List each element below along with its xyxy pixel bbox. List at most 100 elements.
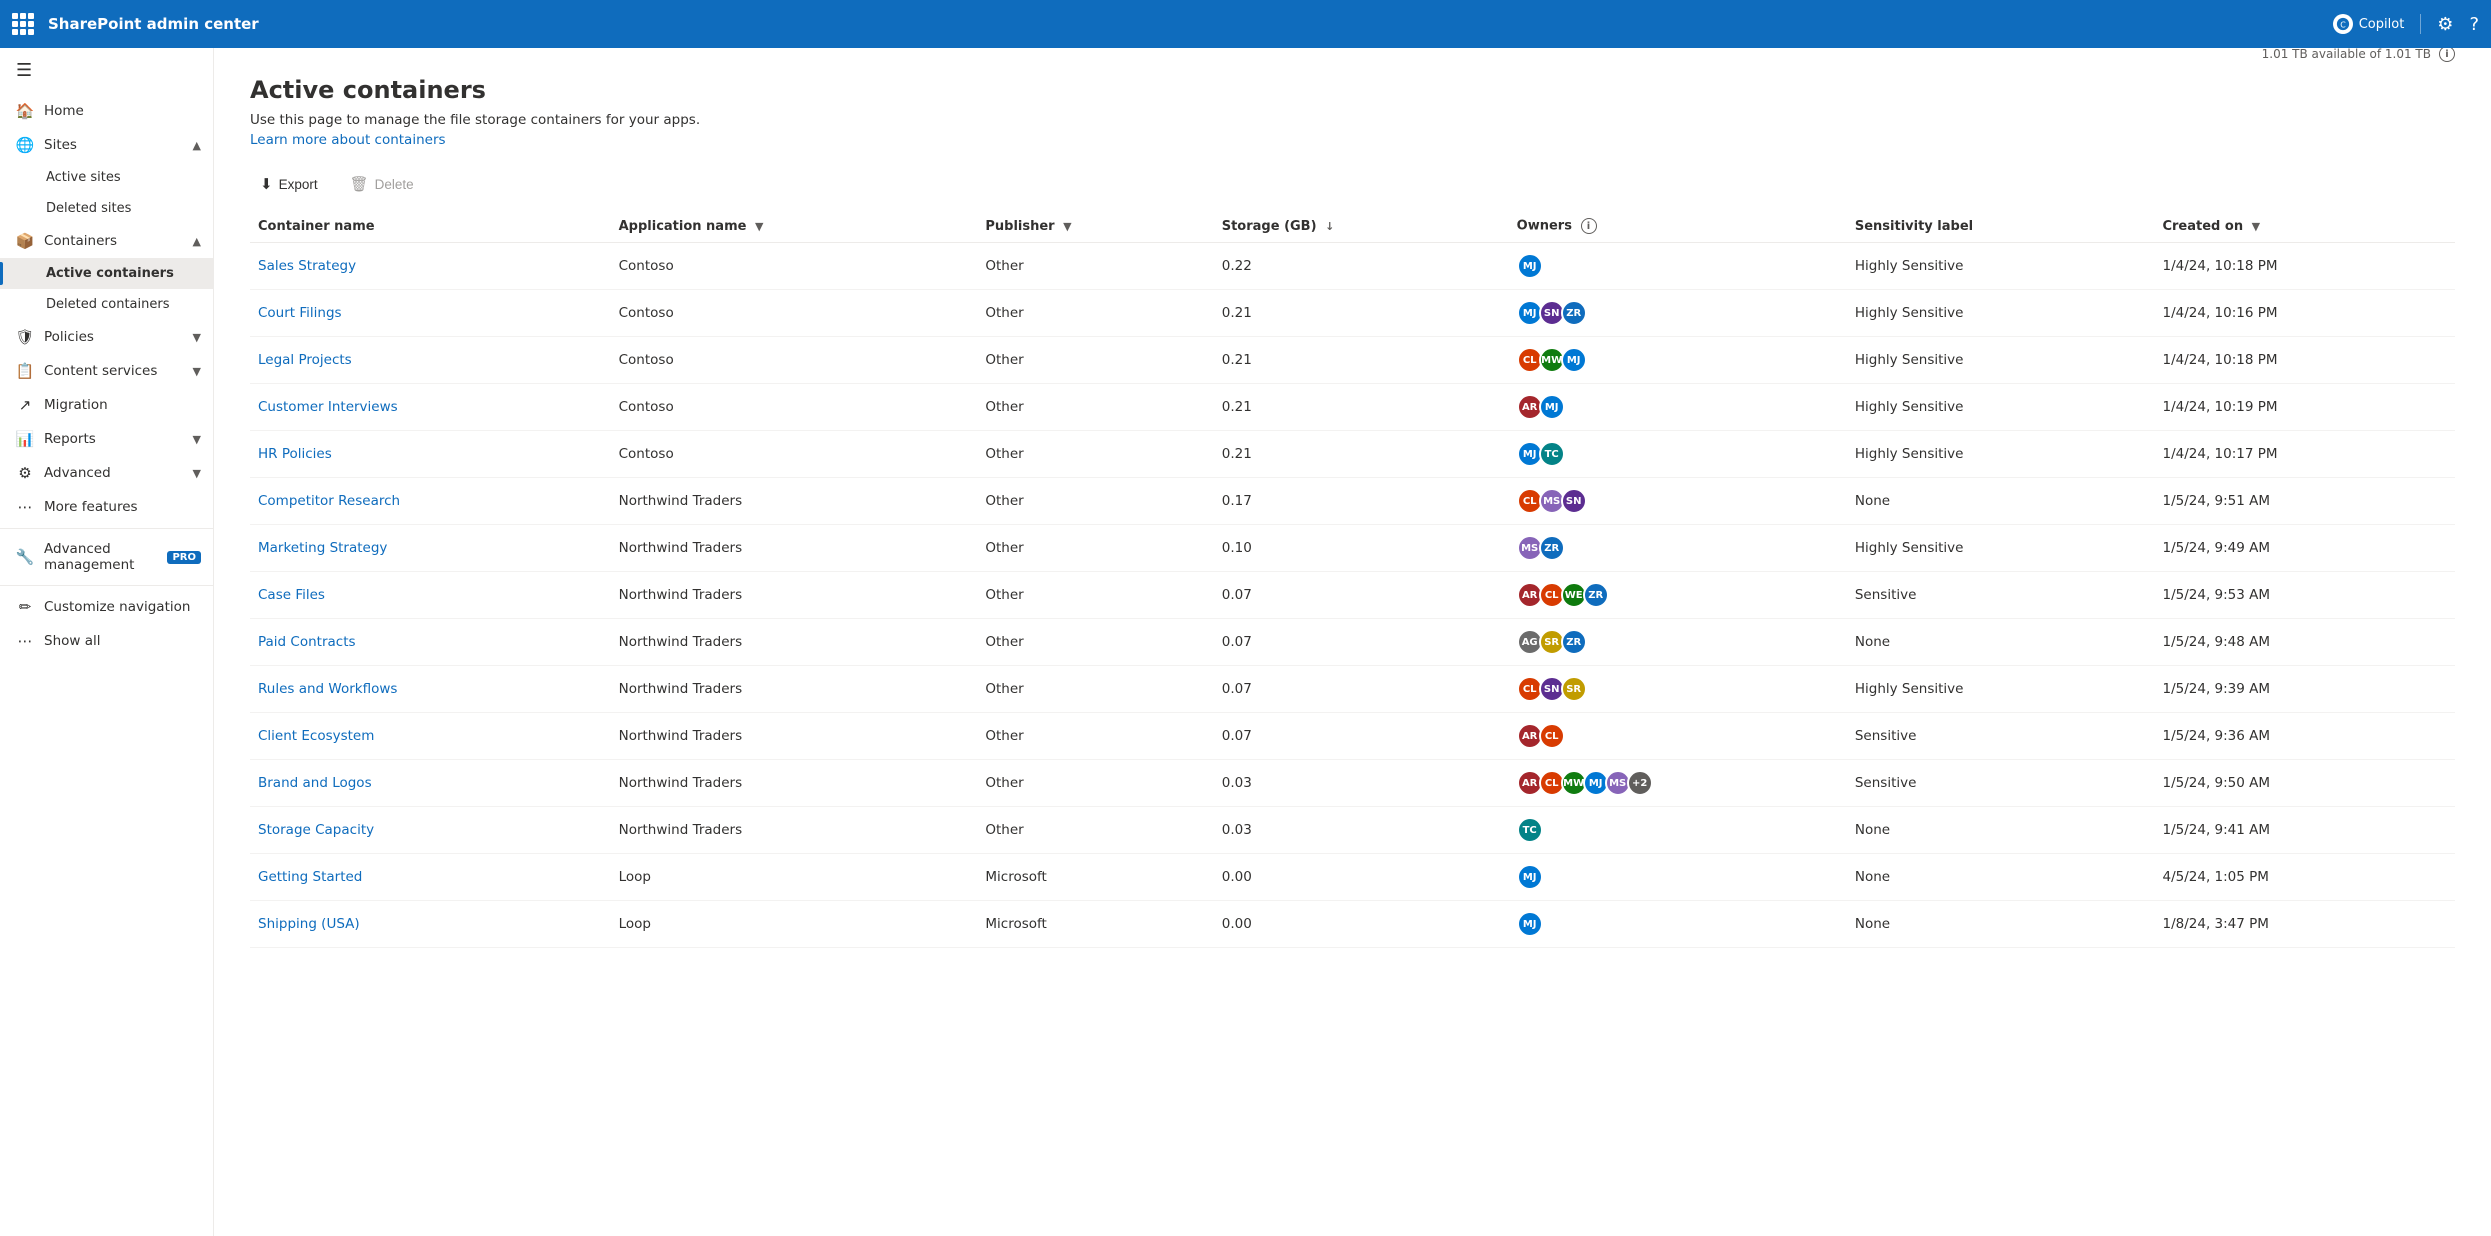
- sidebar-item-active-sites[interactable]: Active sites: [0, 162, 213, 193]
- settings-icon[interactable]: ⚙: [2437, 14, 2453, 35]
- avatar[interactable]: SN: [1561, 488, 1587, 514]
- sidebar-item-home[interactable]: 🏠 Home: [0, 94, 213, 128]
- info-icon[interactable]: i: [2439, 48, 2455, 62]
- sidebar-item-active-containers[interactable]: Active containers: [0, 258, 213, 289]
- cell-created: 1/5/24, 9:48 AM: [2154, 619, 2455, 666]
- avatar[interactable]: MJ: [1517, 911, 1543, 937]
- cell-container-name: Rules and Workflows: [250, 666, 611, 713]
- table-row: Court FilingsContosoOther0.21MJSNZRHighl…: [250, 290, 2455, 337]
- chevron-up-icon: ▲: [193, 235, 201, 248]
- sidebar-hamburger[interactable]: ☰: [0, 48, 213, 94]
- avatar[interactable]: MJ: [1517, 864, 1543, 890]
- cell-container-name: Case Files: [250, 572, 611, 619]
- sidebar-item-more-features[interactable]: ⋯ More features: [0, 490, 213, 524]
- export-button[interactable]: ⬇ Export: [250, 170, 328, 198]
- copilot-button[interactable]: C Copilot: [2333, 14, 2422, 34]
- more-features-icon: ⋯: [16, 498, 34, 516]
- app-grid-icon[interactable]: [12, 13, 34, 35]
- container-name-link[interactable]: Paid Contracts: [258, 634, 356, 650]
- col-app[interactable]: Application name ▼: [611, 210, 978, 243]
- avatar[interactable]: MJ: [1539, 394, 1565, 420]
- avatar[interactable]: ZR: [1561, 629, 1587, 655]
- cell-app-name: Contoso: [611, 337, 978, 384]
- sidebar-item-content-services[interactable]: 📋 Content services ▼: [0, 354, 213, 388]
- container-name-link[interactable]: Legal Projects: [258, 352, 352, 368]
- reports-icon: 📊: [16, 430, 34, 448]
- owner-avatars: CLMSSN: [1517, 488, 1835, 514]
- container-name-link[interactable]: Case Files: [258, 587, 325, 603]
- container-name-link[interactable]: Getting Started: [258, 869, 362, 885]
- cell-sensitivity: Highly Sensitive: [1847, 384, 2155, 431]
- sidebar-item-sites[interactable]: 🌐 Sites ▲: [0, 128, 213, 162]
- cell-publisher: Other: [977, 525, 1213, 572]
- sidebar-item-deleted-containers[interactable]: Deleted containers: [0, 289, 213, 320]
- sidebar-item-customize-navigation[interactable]: ✏ Customize navigation: [0, 590, 213, 624]
- cell-sensitivity: None: [1847, 807, 2155, 854]
- topbar-right: C Copilot ⚙ ?: [2333, 14, 2479, 35]
- avatar[interactable]: MJ: [1561, 347, 1587, 373]
- cell-container-name: Storage Capacity: [250, 807, 611, 854]
- col-owners[interactable]: Owners i: [1509, 210, 1847, 243]
- col-created[interactable]: Created on ▼: [2154, 210, 2455, 243]
- sidebar-item-policies[interactable]: 🛡 Policies ▼: [0, 320, 213, 354]
- container-name-link[interactable]: Client Ecosystem: [258, 728, 374, 744]
- table-row: Paid ContractsNorthwind TradersOther0.07…: [250, 619, 2455, 666]
- container-name-link[interactable]: Rules and Workflows: [258, 681, 397, 697]
- cell-created: 1/5/24, 9:50 AM: [2154, 760, 2455, 807]
- avatar[interactable]: ZR: [1561, 300, 1587, 326]
- container-name-link[interactable]: Brand and Logos: [258, 775, 372, 791]
- sidebar-item-containers[interactable]: 📦 Containers ▲: [0, 224, 213, 258]
- cell-publisher: Microsoft: [977, 854, 1213, 901]
- customize-nav-icon: ✏: [16, 598, 34, 616]
- avatar-overflow[interactable]: +2: [1627, 770, 1653, 796]
- sidebar-item-label: Reports: [44, 431, 96, 447]
- sidebar-item-deleted-sites[interactable]: Deleted sites: [0, 193, 213, 224]
- cell-created: 4/5/24, 1:05 PM: [2154, 854, 2455, 901]
- avatar[interactable]: SR: [1561, 676, 1587, 702]
- cell-created: 1/5/24, 9:53 AM: [2154, 572, 2455, 619]
- sidebar: ☰ 🏠 Home 🌐 Sites ▲ Active sites Deleted …: [0, 48, 214, 1236]
- col-storage[interactable]: Storage (GB) ↓: [1214, 210, 1509, 243]
- owner-avatars: AGSRZR: [1517, 629, 1835, 655]
- sidebar-item-label: Home: [44, 103, 84, 119]
- avatar[interactable]: CL: [1539, 723, 1565, 749]
- cell-storage: 0.07: [1214, 572, 1509, 619]
- copilot-label: Copilot: [2359, 17, 2405, 32]
- container-name-link[interactable]: Customer Interviews: [258, 399, 398, 415]
- container-name-link[interactable]: Competitor Research: [258, 493, 400, 509]
- avatar[interactable]: ZR: [1583, 582, 1609, 608]
- sidebar-item-advanced-management[interactable]: 🔧 Advanced management PRO: [0, 533, 213, 581]
- owners-info-icon[interactable]: i: [1581, 218, 1597, 234]
- sites-icon: 🌐: [16, 136, 34, 154]
- cell-owners: ARCL: [1509, 713, 1847, 760]
- sidebar-item-show-all[interactable]: ⋯ Show all: [0, 624, 213, 658]
- col-name[interactable]: Container name: [250, 210, 611, 243]
- containers-table: Container name Application name ▼ Publis…: [250, 210, 2455, 948]
- avatar[interactable]: TC: [1517, 817, 1543, 843]
- help-icon[interactable]: ?: [2469, 14, 2479, 35]
- owner-avatars: ARCLWEZR: [1517, 582, 1835, 608]
- chevron-down-icon: ▼: [193, 467, 201, 480]
- avatar[interactable]: MJ: [1517, 253, 1543, 279]
- container-name-link[interactable]: Shipping (USA): [258, 916, 360, 932]
- sidebar-item-migration[interactable]: ↗ Migration: [0, 388, 213, 422]
- owner-avatars: CLSNSR: [1517, 676, 1835, 702]
- container-name-link[interactable]: Court Filings: [258, 305, 342, 321]
- cell-sensitivity: None: [1847, 619, 2155, 666]
- sidebar-item-label: Sites: [44, 137, 77, 153]
- sidebar-item-advanced[interactable]: ⚙ Advanced ▼: [0, 456, 213, 490]
- owner-avatars: MJ: [1517, 911, 1835, 937]
- col-publisher[interactable]: Publisher ▼: [977, 210, 1213, 243]
- learn-more-link[interactable]: Learn more about containers: [250, 132, 446, 148]
- advanced-icon: ⚙: [16, 464, 34, 482]
- container-name-link[interactable]: Marketing Strategy: [258, 540, 387, 556]
- container-name-link[interactable]: HR Policies: [258, 446, 332, 462]
- sidebar-item-reports[interactable]: 📊 Reports ▼: [0, 422, 213, 456]
- cell-container-name: Marketing Strategy: [250, 525, 611, 572]
- delete-button[interactable]: 🗑 Delete: [340, 170, 424, 198]
- owner-avatars: ARCLMWMJMS+2: [1517, 770, 1835, 796]
- avatar[interactable]: TC: [1539, 441, 1565, 467]
- container-name-link[interactable]: Sales Strategy: [258, 258, 356, 274]
- container-name-link[interactable]: Storage Capacity: [258, 822, 374, 838]
- avatar[interactable]: ZR: [1539, 535, 1565, 561]
